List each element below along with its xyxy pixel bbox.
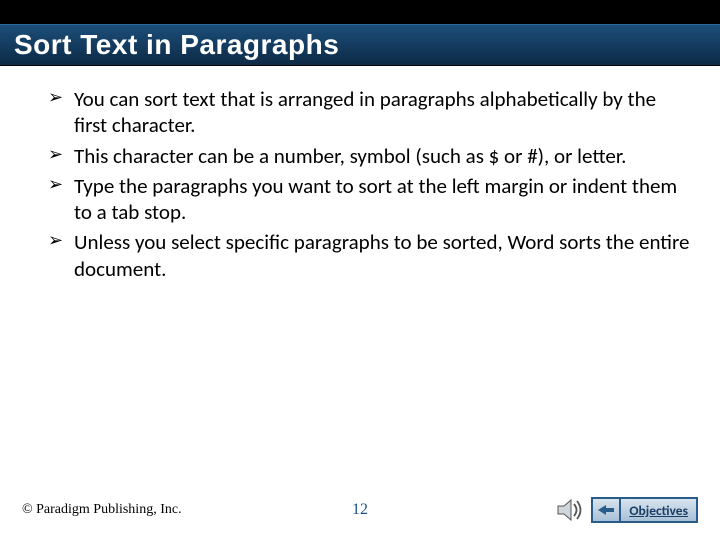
bullet-list: You can sort text that is arranged in pa… bbox=[48, 86, 692, 282]
slide: Sort Text in Paragraphs You can sort tex… bbox=[0, 0, 720, 540]
objectives-label: Objectives bbox=[629, 502, 688, 519]
bullet-item: Unless you select specific paragraphs to… bbox=[48, 229, 692, 282]
speaker-icon[interactable] bbox=[553, 494, 585, 526]
slide-body: You can sort text that is arranged in pa… bbox=[0, 66, 720, 282]
top-black-bar bbox=[0, 0, 720, 24]
footer-right: Objectives bbox=[553, 494, 698, 526]
back-button[interactable] bbox=[593, 499, 621, 521]
copyright-text: © Paradigm Publishing, Inc. bbox=[22, 502, 182, 518]
objectives-button[interactable]: Objectives bbox=[621, 499, 696, 521]
footer: © Paradigm Publishing, Inc. 12 Objective… bbox=[0, 494, 720, 526]
title-bar: Sort Text in Paragraphs bbox=[0, 24, 720, 66]
slide-title: Sort Text in Paragraphs bbox=[14, 29, 339, 61]
bullet-item: This character can be a number, symbol (… bbox=[48, 143, 692, 169]
bullet-item: Type the paragraphs you want to sort at … bbox=[48, 173, 692, 226]
bullet-item: You can sort text that is arranged in pa… bbox=[48, 86, 692, 139]
nav-group: Objectives bbox=[591, 497, 698, 523]
page-number: 12 bbox=[352, 501, 368, 519]
